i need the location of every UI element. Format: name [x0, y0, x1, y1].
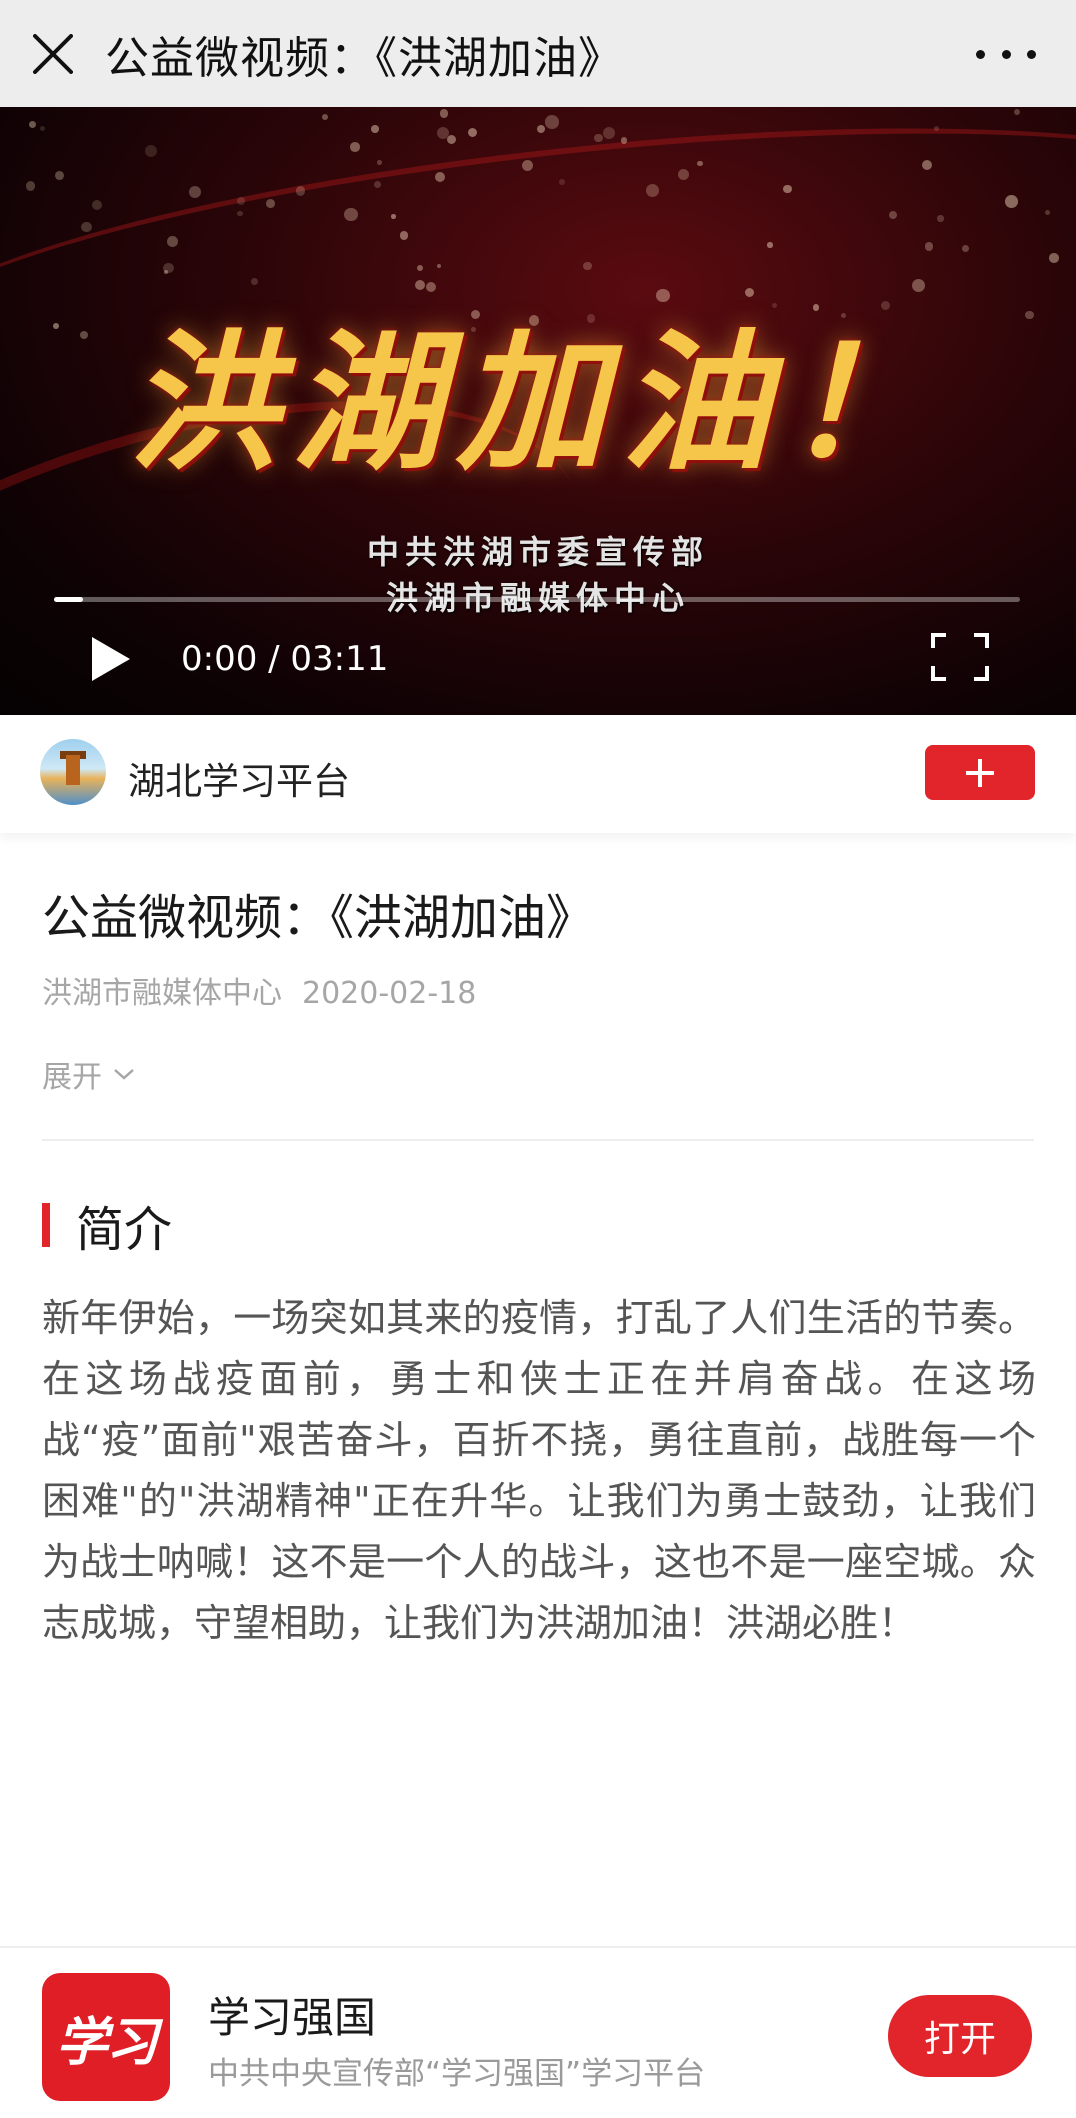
expand-label: 展开 [42, 1060, 102, 1095]
play-button[interactable] [88, 634, 134, 684]
app-download-banner: 学习 学习强国 中共中央宣传部“学习强国”学习平台 打开 [0, 1946, 1076, 2118]
sparkle [25, 181, 36, 191]
article-date: 2020-02-18 [302, 976, 477, 1011]
video-player[interactable]: 洪湖加油！ 中共洪湖市委宣传部 洪湖市融媒体中心 0:00 / 03:11 [0, 107, 1076, 715]
app-description: 中共中央宣传部“学习强国”学习平台 [208, 2056, 706, 2092]
sparkle [924, 242, 934, 251]
sparkle [1004, 194, 1018, 208]
sparkle [265, 199, 275, 209]
sparkle [399, 231, 409, 240]
sparkle [167, 235, 179, 247]
article-meta: 洪湖市融媒体中心 2020-02-18 [42, 968, 476, 1012]
fullscreen-icon [931, 633, 989, 681]
video-time: 0:00 / 03:11 [181, 639, 389, 679]
sparkle [371, 125, 379, 133]
sparkle [767, 242, 773, 248]
sparkle [81, 221, 92, 233]
chevron-down-icon [114, 1069, 134, 1080]
sparkle [677, 168, 689, 180]
top-navbar: 公益微视频：《洪湖加油》 [0, 0, 1076, 107]
sparkle [1013, 108, 1021, 116]
more-button[interactable] [976, 36, 1036, 72]
plus-icon [966, 758, 994, 787]
sparkle [1049, 253, 1059, 263]
sparkle [295, 186, 306, 196]
intro-section-header: 简介 [42, 1190, 172, 1260]
sparkle [697, 160, 703, 167]
avatar[interactable] [40, 739, 106, 805]
section-title: 简介 [76, 1202, 173, 1258]
page-title: 公益微视频：《洪湖加油》 [105, 32, 623, 84]
fullscreen-button[interactable] [930, 632, 990, 682]
intro-text: 新年伊始，一场突如其来的疫情，打乱了人们生活的节奏。在这场战疫面前，勇士和侠士正… [42, 1296, 1036, 1645]
section-accent-bar [42, 1203, 50, 1247]
close-button[interactable] [0, 0, 105, 107]
more-icon [1027, 49, 1036, 59]
video-progress-bar[interactable] [54, 597, 1020, 602]
sparkle [594, 133, 604, 143]
sparkle [536, 125, 546, 134]
sparkle [189, 186, 202, 199]
author-name[interactable]: 湖北学习平台 [128, 751, 350, 805]
sparkle [55, 171, 65, 181]
sparkle [439, 108, 449, 118]
sparkle [583, 261, 592, 270]
sparkle [888, 210, 898, 220]
video-credit-line: 中共洪湖市委宣传部 [366, 533, 709, 571]
expand-button[interactable]: 展开 [42, 1052, 136, 1096]
sparkle [933, 126, 939, 131]
sparkle [163, 262, 174, 274]
author-bar: 湖北学习平台 [0, 715, 1076, 833]
more-icon [1001, 49, 1011, 59]
video-headline: 洪湖加油！ [127, 315, 948, 491]
sparkle [91, 199, 102, 210]
sparkle [783, 184, 792, 194]
follow-button[interactable] [925, 745, 1035, 800]
sparkle [377, 159, 382, 165]
sparkle [373, 180, 381, 188]
sparkle [962, 244, 970, 252]
sparkle [29, 120, 37, 129]
sparkle [237, 210, 243, 216]
page: 公益微视频：《洪湖加油》 洪湖加油！ 中共洪湖市委宣传部 洪湖市融媒体中心 0:… [0, 0, 1076, 2118]
open-app-button[interactable]: 打开 [888, 1995, 1032, 2077]
app-name: 学习强国 [208, 1993, 377, 2042]
article-source: 洪湖市融媒体中心 [42, 976, 282, 1011]
sparkle [236, 196, 245, 205]
app-logo: 学习 [42, 1973, 170, 2101]
sparkle [467, 127, 478, 138]
sparkle [521, 159, 533, 172]
sparkle [391, 214, 396, 219]
sparkle [602, 126, 616, 140]
play-icon [92, 637, 130, 681]
close-icon [32, 33, 73, 74]
video-credit-line: 洪湖市融媒体中心 [385, 579, 690, 617]
sparkle [322, 113, 329, 120]
more-icon [976, 49, 985, 59]
sparkle [937, 215, 944, 222]
sparkle [545, 115, 559, 129]
sparkle [436, 126, 449, 139]
sparkle [39, 125, 46, 132]
article-title: 公益微视频：《洪湖加油》 [42, 890, 595, 946]
sparkle [446, 134, 457, 144]
divider [42, 1139, 1034, 1141]
video-progress-fill [54, 597, 83, 602]
sparkle [144, 144, 157, 157]
sparkle [350, 142, 360, 152]
